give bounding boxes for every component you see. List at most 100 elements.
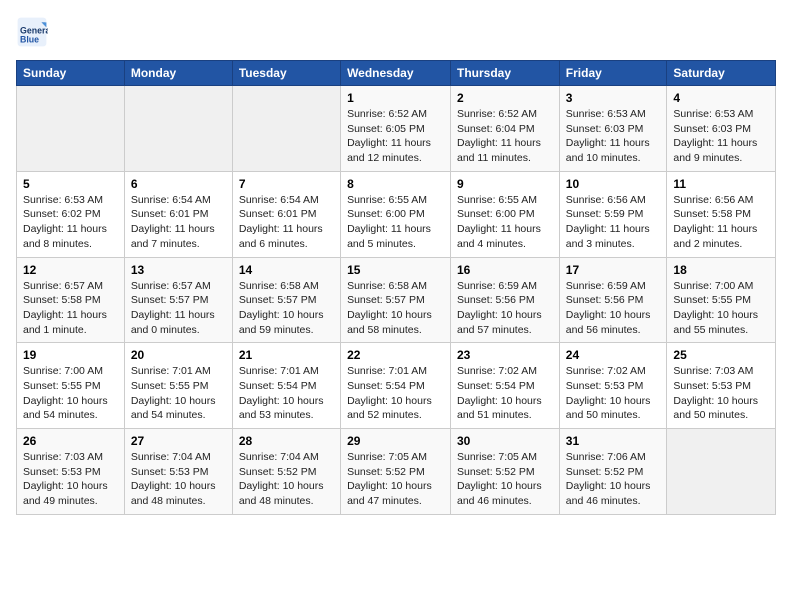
week-row-1: 1 Sunrise: 6:52 AMSunset: 6:05 PMDaylight… [17, 86, 776, 172]
day-info: Sunrise: 7:02 AMSunset: 5:54 PMDaylight:… [457, 364, 553, 423]
calendar-cell [232, 86, 340, 172]
calendar-cell: 22 Sunrise: 7:01 AMSunset: 5:54 PMDayligh… [341, 343, 451, 429]
calendar-cell [17, 86, 125, 172]
calendar-cell: 30 Sunrise: 7:05 AMSunset: 5:52 PMDayligh… [451, 429, 560, 515]
day-number: 10 [566, 177, 661, 191]
svg-text:Blue: Blue [20, 34, 39, 44]
day-number: 21 [239, 348, 334, 362]
calendar-cell: 8 Sunrise: 6:55 AMSunset: 6:00 PMDaylight… [341, 171, 451, 257]
day-number: 2 [457, 91, 553, 105]
day-info: Sunrise: 6:55 AMSunset: 6:00 PMDaylight:… [457, 193, 553, 252]
calendar-cell: 2 Sunrise: 6:52 AMSunset: 6:04 PMDaylight… [451, 86, 560, 172]
week-row-5: 26Sunrise: 7:03 AMSunset: 5:53 PMDayligh… [17, 429, 776, 515]
day-info: Sunrise: 6:57 AMSunset: 5:58 PMDaylight:… [23, 279, 118, 338]
day-info: Sunrise: 6:53 AMSunset: 6:02 PMDaylight:… [23, 193, 118, 252]
day-number: 3 [566, 91, 661, 105]
calendar-cell: 21Sunrise: 7:01 AMSunset: 5:54 PMDayligh… [232, 343, 340, 429]
week-row-2: 5 Sunrise: 6:53 AMSunset: 6:02 PMDaylight… [17, 171, 776, 257]
day-info: Sunrise: 7:05 AMSunset: 5:52 PMDaylight:… [457, 450, 553, 509]
day-info: Sunrise: 6:53 AMSunset: 6:03 PMDaylight:… [673, 107, 769, 166]
days-header-row: SundayMondayTuesdayWednesdayThursdayFrid… [17, 61, 776, 86]
day-info: Sunrise: 7:00 AMSunset: 5:55 PMDaylight:… [673, 279, 769, 338]
day-info: Sunrise: 6:59 AMSunset: 5:56 PMDaylight:… [457, 279, 553, 338]
day-info: Sunrise: 7:04 AMSunset: 5:52 PMDaylight:… [239, 450, 334, 509]
day-info: Sunrise: 7:06 AMSunset: 5:52 PMDaylight:… [566, 450, 661, 509]
day-number: 8 [347, 177, 444, 191]
day-number: 27 [131, 434, 226, 448]
day-info: Sunrise: 6:59 AMSunset: 5:56 PMDaylight:… [566, 279, 661, 338]
day-number: 14 [239, 263, 334, 277]
day-number: 24 [566, 348, 661, 362]
day-info: Sunrise: 6:57 AMSunset: 5:57 PMDaylight:… [131, 279, 226, 338]
day-info: Sunrise: 7:00 AMSunset: 5:55 PMDaylight:… [23, 364, 118, 423]
day-info: Sunrise: 6:56 AMSunset: 5:59 PMDaylight:… [566, 193, 661, 252]
calendar-cell: 13 Sunrise: 6:57 AMSunset: 5:57 PMDayligh… [124, 257, 232, 343]
calendar-cell: 31 Sunrise: 7:06 AMSunset: 5:52 PMDayligh… [559, 429, 667, 515]
day-number: 30 [457, 434, 553, 448]
calendar-cell: 12 Sunrise: 6:57 AMSunset: 5:58 PMDayligh… [17, 257, 125, 343]
day-info: Sunrise: 6:54 AMSunset: 6:01 PMDaylight:… [131, 193, 226, 252]
day-info: Sunrise: 7:03 AMSunset: 5:53 PMDaylight:… [673, 364, 769, 423]
calendar-cell: 23 Sunrise: 7:02 AMSunset: 5:54 PMDayligh… [451, 343, 560, 429]
day-info: Sunrise: 6:52 AMSunset: 6:04 PMDaylight:… [457, 107, 553, 166]
calendar-cell: 28Sunrise: 7:04 AMSunset: 5:52 PMDayligh… [232, 429, 340, 515]
day-number: 22 [347, 348, 444, 362]
day-number: 16 [457, 263, 553, 277]
day-info: Sunrise: 6:53 AMSunset: 6:03 PMDaylight:… [566, 107, 661, 166]
week-row-4: 19 Sunrise: 7:00 AMSunset: 5:55 PMDayligh… [17, 343, 776, 429]
day-info: Sunrise: 6:58 AMSunset: 5:57 PMDaylight:… [239, 279, 334, 338]
day-number: 18 [673, 263, 769, 277]
day-number: 12 [23, 263, 118, 277]
calendar-cell: 7 Sunrise: 6:54 AMSunset: 6:01 PMDaylight… [232, 171, 340, 257]
calendar-cell: 1 Sunrise: 6:52 AMSunset: 6:05 PMDaylight… [341, 86, 451, 172]
day-info: Sunrise: 7:01 AMSunset: 5:54 PMDaylight:… [347, 364, 444, 423]
page-header: General Blue [16, 16, 776, 48]
calendar-cell: 5 Sunrise: 6:53 AMSunset: 6:02 PMDaylight… [17, 171, 125, 257]
day-info: Sunrise: 6:55 AMSunset: 6:00 PMDaylight:… [347, 193, 444, 252]
day-number: 1 [347, 91, 444, 105]
day-number: 5 [23, 177, 118, 191]
calendar-cell: 4Sunrise: 6:53 AMSunset: 6:03 PMDaylight… [667, 86, 776, 172]
calendar-cell: 10 Sunrise: 6:56 AMSunset: 5:59 PMDayligh… [559, 171, 667, 257]
day-number: 29 [347, 434, 444, 448]
day-number: 15 [347, 263, 444, 277]
day-number: 31 [566, 434, 661, 448]
calendar-cell: 20 Sunrise: 7:01 AMSunset: 5:55 PMDayligh… [124, 343, 232, 429]
header-monday: Monday [124, 61, 232, 86]
day-info: Sunrise: 7:04 AMSunset: 5:53 PMDaylight:… [131, 450, 226, 509]
day-info: Sunrise: 7:05 AMSunset: 5:52 PMDaylight:… [347, 450, 444, 509]
day-number: 13 [131, 263, 226, 277]
calendar-table: SundayMondayTuesdayWednesdayThursdayFrid… [16, 60, 776, 515]
day-number: 25 [673, 348, 769, 362]
day-number: 20 [131, 348, 226, 362]
calendar-cell: 29 Sunrise: 7:05 AMSunset: 5:52 PMDayligh… [341, 429, 451, 515]
day-info: Sunrise: 6:56 AMSunset: 5:58 PMDaylight:… [673, 193, 769, 252]
day-number: 26 [23, 434, 118, 448]
day-info: Sunrise: 6:54 AMSunset: 6:01 PMDaylight:… [239, 193, 334, 252]
calendar-cell: 15 Sunrise: 6:58 AMSunset: 5:57 PMDayligh… [341, 257, 451, 343]
day-number: 19 [23, 348, 118, 362]
day-info: Sunrise: 6:58 AMSunset: 5:57 PMDaylight:… [347, 279, 444, 338]
week-row-3: 12 Sunrise: 6:57 AMSunset: 5:58 PMDayligh… [17, 257, 776, 343]
header-thursday: Thursday [451, 61, 560, 86]
day-info: Sunrise: 7:01 AMSunset: 5:55 PMDaylight:… [131, 364, 226, 423]
calendar-cell: 6 Sunrise: 6:54 AMSunset: 6:01 PMDaylight… [124, 171, 232, 257]
day-number: 7 [239, 177, 334, 191]
calendar-cell: 27 Sunrise: 7:04 AMSunset: 5:53 PMDayligh… [124, 429, 232, 515]
calendar-cell: 16 Sunrise: 6:59 AMSunset: 5:56 PMDayligh… [451, 257, 560, 343]
calendar-cell: 11Sunrise: 6:56 AMSunset: 5:58 PMDayligh… [667, 171, 776, 257]
day-number: 17 [566, 263, 661, 277]
day-number: 23 [457, 348, 553, 362]
logo-icon: General Blue [16, 16, 48, 48]
header-tuesday: Tuesday [232, 61, 340, 86]
logo: General Blue [16, 16, 52, 48]
day-number: 9 [457, 177, 553, 191]
calendar-cell: 17 Sunrise: 6:59 AMSunset: 5:56 PMDayligh… [559, 257, 667, 343]
header-wednesday: Wednesday [341, 61, 451, 86]
calendar-cell: 9 Sunrise: 6:55 AMSunset: 6:00 PMDaylight… [451, 171, 560, 257]
day-info: Sunrise: 6:52 AMSunset: 6:05 PMDaylight:… [347, 107, 444, 166]
calendar-cell: 24Sunrise: 7:02 AMSunset: 5:53 PMDayligh… [559, 343, 667, 429]
day-number: 6 [131, 177, 226, 191]
calendar-cell: 3 Sunrise: 6:53 AMSunset: 6:03 PMDaylight… [559, 86, 667, 172]
calendar-cell: 25 Sunrise: 7:03 AMSunset: 5:53 PMDayligh… [667, 343, 776, 429]
